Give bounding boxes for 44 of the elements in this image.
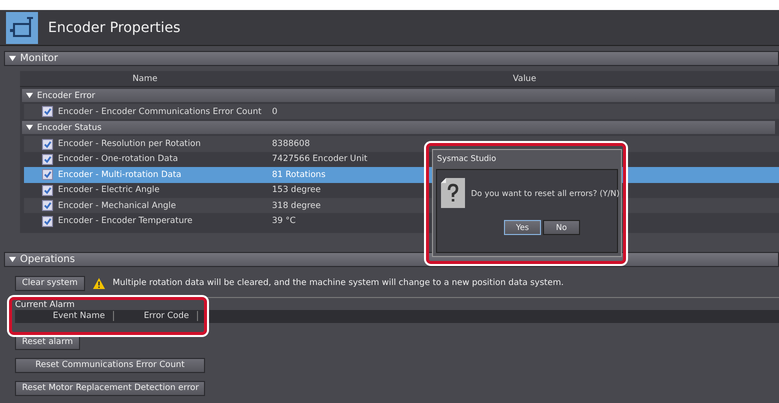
group-header[interactable]: Encoder Status (22, 121, 775, 134)
table-cell-text: 0 (272, 106, 278, 119)
dialog-message: Do you want to reset all errors? (Y/N) (471, 188, 620, 198)
table-cell[interactable]: Encoder - Encoder Temperature (58, 213, 272, 229)
no-button[interactable]: No (543, 220, 580, 235)
table-cell-text: 8388608 (272, 138, 311, 152)
checkbox[interactable] (42, 106, 53, 118)
checkbox[interactable] (42, 200, 53, 212)
dialog-title: Sysmac Studio (436, 153, 498, 165)
table-cell-text: 81 Rotations (272, 168, 326, 182)
table-cell-text: 7427566 Encoder Unit (272, 153, 368, 166)
page-title: Encoder Properties (48, 20, 180, 36)
column-header[interactable]: Event Name (15, 311, 114, 322)
table-cell[interactable]: Encoder - Multi-rotation Data (58, 167, 272, 183)
group-header[interactable]: Encoder Error (22, 89, 775, 102)
table-cell[interactable]: Encoder - Resolution per Rotation (58, 136, 272, 152)
checkbox[interactable] (42, 216, 53, 227)
table-cell-text: 318 degree (272, 200, 322, 213)
table-cell[interactable]: Encoder - One-rotation Data (58, 152, 272, 168)
yes-button[interactable]: Yes (504, 220, 541, 235)
collapse-icon[interactable] (26, 124, 33, 132)
reset-button[interactable]: Reset Motor Replacement Detection error (15, 380, 205, 396)
table-cell[interactable]: Encoder - Electric Angle (58, 182, 272, 198)
table-cell-text: 153 degree (272, 184, 322, 198)
table-cell[interactable]: Encoder - Mechanical Angle (58, 198, 272, 214)
table-cell[interactable]: Encoder - Encoder Communications Error Count (58, 104, 272, 120)
checkbox[interactable] (42, 169, 53, 180)
warning-text: Multiple rotation data will be cleared, and the machine system will change to a new position data system. (112, 278, 564, 288)
clear-system-button[interactable]: Clear system (15, 276, 85, 291)
reset-button[interactable]: Reset Communications Error Count (15, 358, 205, 373)
column-header[interactable]: Value (270, 74, 779, 84)
collapse-icon[interactable] (26, 92, 33, 99)
group-label: Current Alarm (15, 300, 76, 310)
question-icon (441, 178, 465, 208)
column-header[interactable]: Error Code (114, 311, 198, 322)
table-cell-text: 39 °C (272, 215, 297, 228)
warning-icon (92, 278, 105, 289)
column-header[interactable]: Name (20, 74, 270, 84)
checkbox[interactable] (42, 138, 53, 150)
section-header[interactable]: Monitor (4, 51, 779, 66)
collapse-icon[interactable] (9, 256, 16, 263)
checkbox[interactable] (42, 154, 53, 165)
collapse-icon[interactable] (9, 55, 16, 62)
checkbox[interactable] (42, 184, 53, 196)
